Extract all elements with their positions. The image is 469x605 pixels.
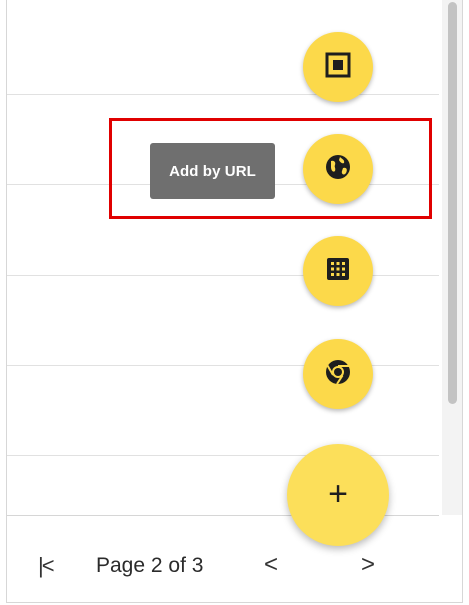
add-by-url-button[interactable] xyxy=(303,134,373,204)
list-panel xyxy=(6,0,463,603)
fab-chrome-button[interactable] xyxy=(303,339,373,409)
globe-icon xyxy=(323,152,353,187)
previous-page-button[interactable]: < xyxy=(264,551,278,579)
fab-grid-button[interactable] xyxy=(303,236,373,306)
next-page-button[interactable]: > xyxy=(361,551,375,579)
scrollbar-thumb[interactable] xyxy=(448,2,457,404)
add-by-url-tooltip: Add by URL xyxy=(150,143,275,199)
list-row-divider xyxy=(7,94,439,95)
grid-icon xyxy=(325,256,351,287)
list-row-divider xyxy=(7,365,439,366)
add-button[interactable]: + xyxy=(287,444,389,546)
tooltip-label: Add by URL xyxy=(169,162,256,180)
page-indicator: Page 2 of 3 xyxy=(96,554,204,577)
fab-square-button[interactable] xyxy=(303,32,373,102)
chrome-icon xyxy=(323,357,353,392)
list-row-divider xyxy=(7,275,439,276)
plus-icon: + xyxy=(328,474,348,513)
square-icon xyxy=(325,52,351,83)
list-row-divider xyxy=(7,455,439,456)
first-page-button[interactable]: |< xyxy=(38,553,55,579)
pagination: |< Page 2 of 3 < > xyxy=(0,547,469,587)
